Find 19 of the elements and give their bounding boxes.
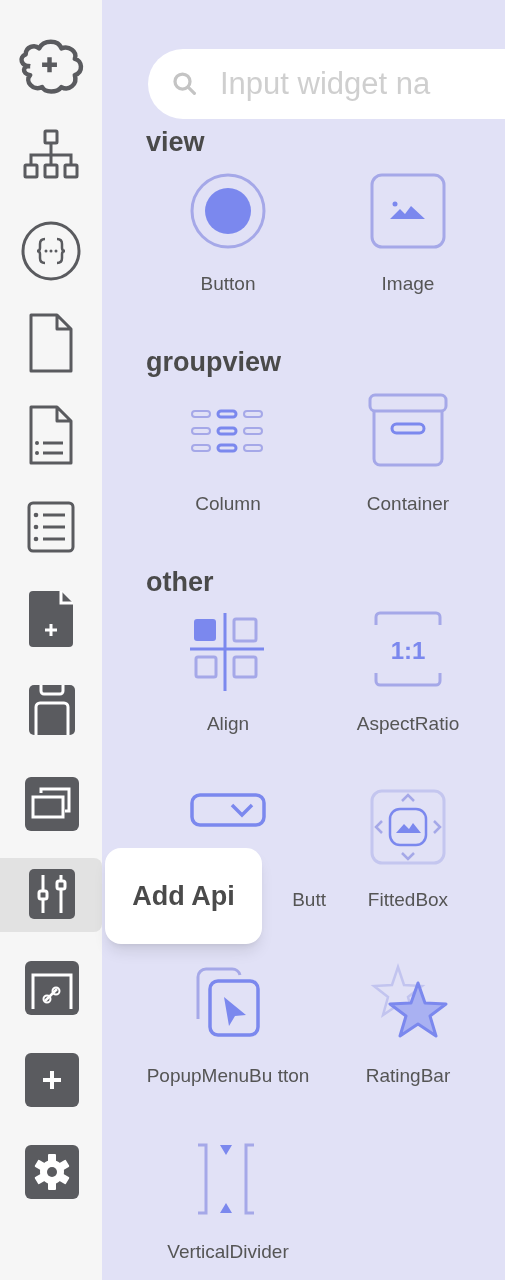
section-heading: other [146, 567, 215, 597]
section-heading: view [146, 127, 206, 157]
widget-label: VerticalDivider [167, 1241, 289, 1263]
widget-label: PopupMenuBu tton [146, 1065, 310, 1087]
widget-label: Butt [292, 889, 326, 911]
widget-label: RatingBar [365, 1065, 451, 1087]
curly-braces-icon [19, 219, 83, 283]
radio-icon[interactable] [188, 171, 268, 251]
widget-label: Column [195, 493, 261, 515]
section-heading: groupview [146, 347, 282, 377]
widget-label: FittedBox [367, 889, 449, 911]
widget-label: AspectRatio [356, 713, 460, 735]
widget-label: Image [381, 273, 435, 295]
widget-label: Align [206, 713, 250, 735]
sidebar-button[interactable] [0, 858, 102, 932]
widget-label: Button [200, 273, 256, 295]
ratio-text: 1:1 [389, 637, 427, 665]
tooltip: Add Api [105, 848, 262, 944]
widget-label: Container [366, 493, 450, 515]
